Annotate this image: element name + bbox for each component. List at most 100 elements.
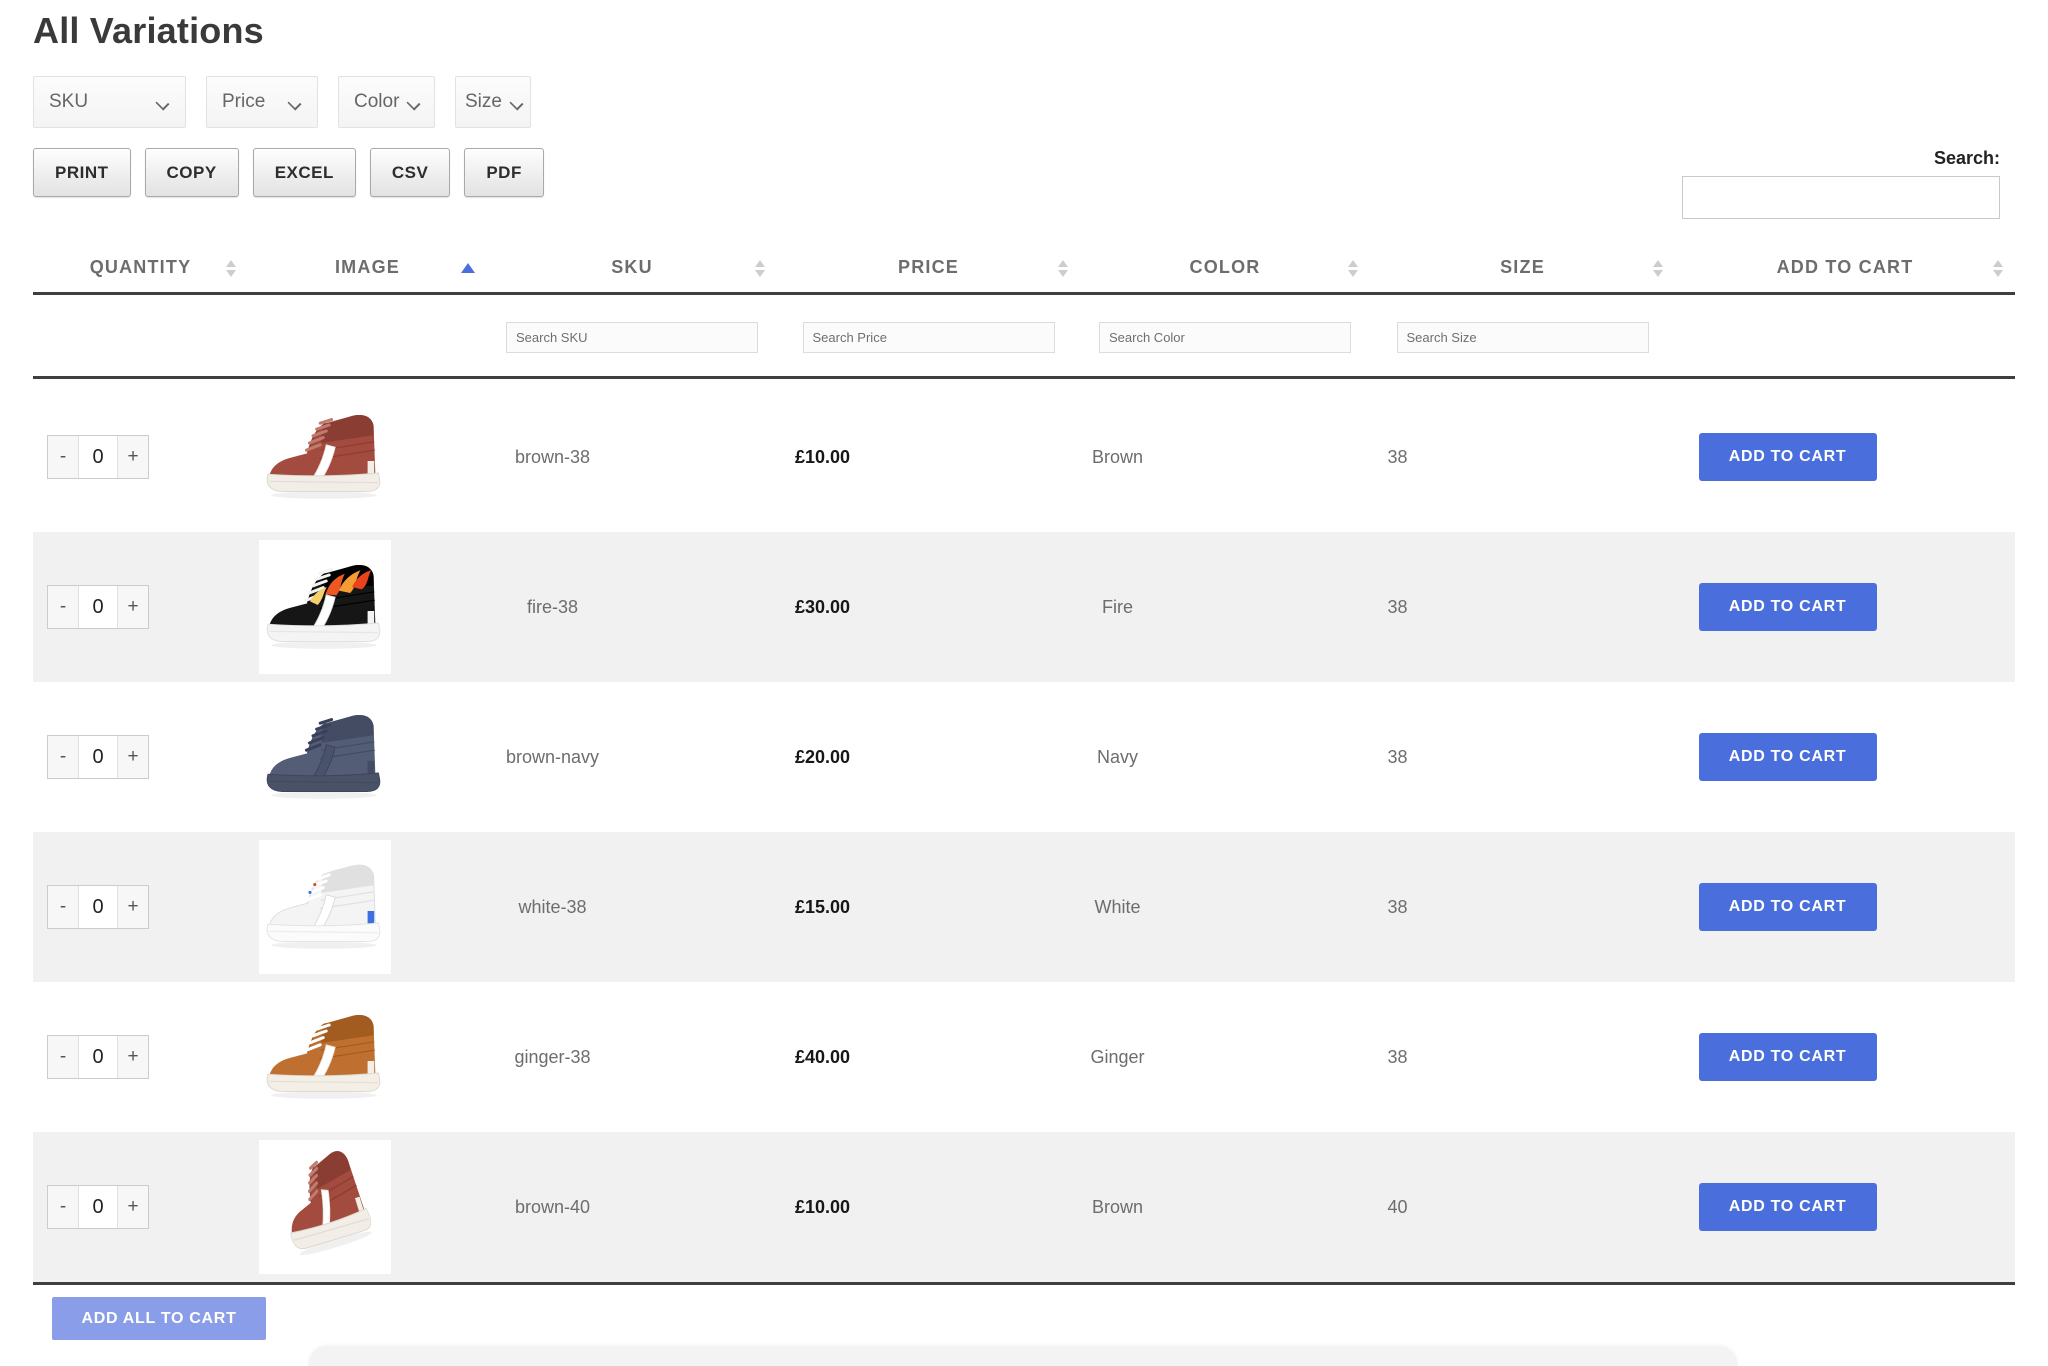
search-input[interactable] [1682, 176, 2000, 219]
sort-icon[interactable] [755, 260, 765, 277]
quantity-increase-button[interactable]: + [118, 1186, 148, 1228]
quantity-decrease-button[interactable]: - [48, 1186, 78, 1228]
sku-value: brown-40 [514, 1196, 591, 1217]
column-header[interactable]: SIZE [1370, 253, 1675, 292]
price-value: £10.00 [794, 1196, 851, 1217]
quantity-increase-button[interactable]: + [118, 436, 148, 478]
column-header-label: ADD TO CART [1776, 257, 1914, 277]
quantity-cell: - 0 + [33, 1185, 190, 1229]
add-to-cart-button[interactable]: ADD TO CART [1698, 733, 1877, 781]
image-cell [190, 990, 460, 1124]
add-to-cart-button[interactable]: ADD TO CART [1698, 583, 1877, 631]
add-to-cart-button[interactable]: ADD TO CART [1698, 883, 1877, 931]
quantity-value[interactable]: 0 [78, 1186, 118, 1228]
quantity-stepper[interactable]: - 0 + [47, 435, 149, 479]
quantity-increase-button[interactable]: + [118, 586, 148, 628]
table-body: - 0 + brown-38 £10.00 Brown 38 ADD TO CA… [33, 382, 2015, 1285]
quantity-stepper[interactable]: - 0 + [47, 885, 149, 929]
sneaker-image [266, 414, 381, 499]
sort-icon[interactable] [461, 263, 475, 273]
column-header-label: IMAGE [334, 257, 400, 277]
quantity-value[interactable]: 0 [78, 436, 118, 478]
table-row: - 0 + [33, 1132, 2015, 1282]
column-header[interactable]: ADD TO CART [1675, 253, 2015, 292]
column-header[interactable]: QUANTITY [33, 253, 248, 292]
sort-up-icon [1348, 260, 1358, 267]
sku-filter-input[interactable] [506, 321, 758, 353]
color-value: Navy [1096, 746, 1138, 767]
quantity-stepper[interactable]: - 0 + [47, 1035, 149, 1079]
sku-value: brown-navy [505, 746, 600, 767]
sort-icon[interactable] [1993, 260, 2003, 277]
sort-icon[interactable] [1058, 260, 1068, 277]
quantity-stepper[interactable]: - 0 + [47, 735, 149, 779]
quantity-increase-button[interactable]: + [118, 886, 148, 928]
column-header[interactable]: PRICE [777, 253, 1080, 292]
search-label: Search: [1933, 148, 2000, 168]
quantity-decrease-button[interactable]: - [48, 886, 78, 928]
add-to-cart-button[interactable]: ADD TO CART [1698, 433, 1877, 481]
quantity-decrease-button[interactable]: - [48, 586, 78, 628]
add-to-cart-button[interactable]: ADD TO CART [1698, 1033, 1877, 1081]
filter-dropdown[interactable]: SKU [33, 76, 186, 128]
column-header[interactable]: SKU [487, 253, 777, 292]
sort-down-icon [755, 270, 765, 277]
add-all-to-cart-button[interactable]: ADD ALL TO CART [52, 1297, 266, 1340]
color-value: Brown [1091, 446, 1144, 467]
image-cell [190, 540, 460, 674]
quantity-value[interactable]: 0 [78, 886, 118, 928]
size-value: 40 [1387, 1196, 1408, 1217]
table-row: - 0 + [33, 382, 2015, 532]
quantity-stepper[interactable]: - 0 + [47, 1185, 149, 1229]
column-header[interactable]: COLOR [1080, 253, 1370, 292]
table-row: - 0 + [33, 532, 2015, 682]
sort-icon[interactable] [1348, 260, 1358, 277]
export-button[interactable]: CSV [369, 148, 451, 197]
size-value: 38 [1387, 446, 1408, 467]
all-variations-page: All Variations SKU Price Color Size PRIN… [0, 0, 2048, 1366]
next-section-card-edge [308, 1346, 1738, 1366]
export-button[interactable]: PRINT [33, 148, 131, 197]
quantity-cell: - 0 + [33, 435, 190, 479]
sneaker-image [266, 1014, 381, 1099]
price-filter-input[interactable] [802, 321, 1055, 353]
quantity-value[interactable]: 0 [78, 586, 118, 628]
column-header[interactable]: IMAGE [248, 253, 487, 292]
sort-up-icon [461, 263, 475, 273]
quantity-increase-button[interactable]: + [118, 736, 148, 778]
table-header: QUANTITY IMAGE SKU PRICE COLOR SIZE ADD … [33, 253, 2015, 295]
filter-dropdown[interactable]: Color [338, 76, 435, 128]
export-button[interactable]: COPY [144, 148, 239, 197]
table-filter-row [33, 298, 2015, 379]
export-button[interactable]: EXCEL [252, 148, 356, 197]
sort-icon[interactable] [226, 260, 236, 277]
dropdown-label: Price [222, 91, 266, 112]
quantity-decrease-button[interactable]: - [48, 436, 78, 478]
image-cell [190, 840, 460, 974]
quantity-value[interactable]: 0 [78, 1036, 118, 1078]
filter-dropdown[interactable]: Size [455, 76, 531, 128]
dropdown-label: Color [354, 91, 400, 112]
table-row: - 0 + [33, 682, 2015, 832]
quantity-value[interactable]: 0 [78, 736, 118, 778]
sort-down-icon [226, 270, 236, 277]
sku-value: ginger-38 [514, 1046, 591, 1067]
product-image [259, 690, 391, 824]
column-header-label: PRICE [897, 257, 959, 277]
quantity-stepper[interactable]: - 0 + [47, 585, 149, 629]
quantity-decrease-button[interactable]: - [48, 736, 78, 778]
color-filter-input[interactable] [1099, 321, 1351, 353]
quantity-increase-button[interactable]: + [118, 1036, 148, 1078]
price-value: £40.00 [794, 1046, 851, 1067]
export-button[interactable]: PDF [464, 148, 544, 197]
chevron-down-icon [288, 98, 302, 107]
filter-dropdown[interactable]: Price [206, 76, 318, 128]
quantity-decrease-button[interactable]: - [48, 1036, 78, 1078]
product-image [259, 390, 391, 524]
add-to-cart-button[interactable]: ADD TO CART [1698, 1183, 1877, 1231]
color-value: Brown [1091, 1196, 1144, 1217]
size-value: 38 [1387, 596, 1408, 617]
product-image [259, 1140, 391, 1274]
sort-icon[interactable] [1653, 260, 1663, 277]
size-filter-input[interactable] [1396, 321, 1649, 353]
